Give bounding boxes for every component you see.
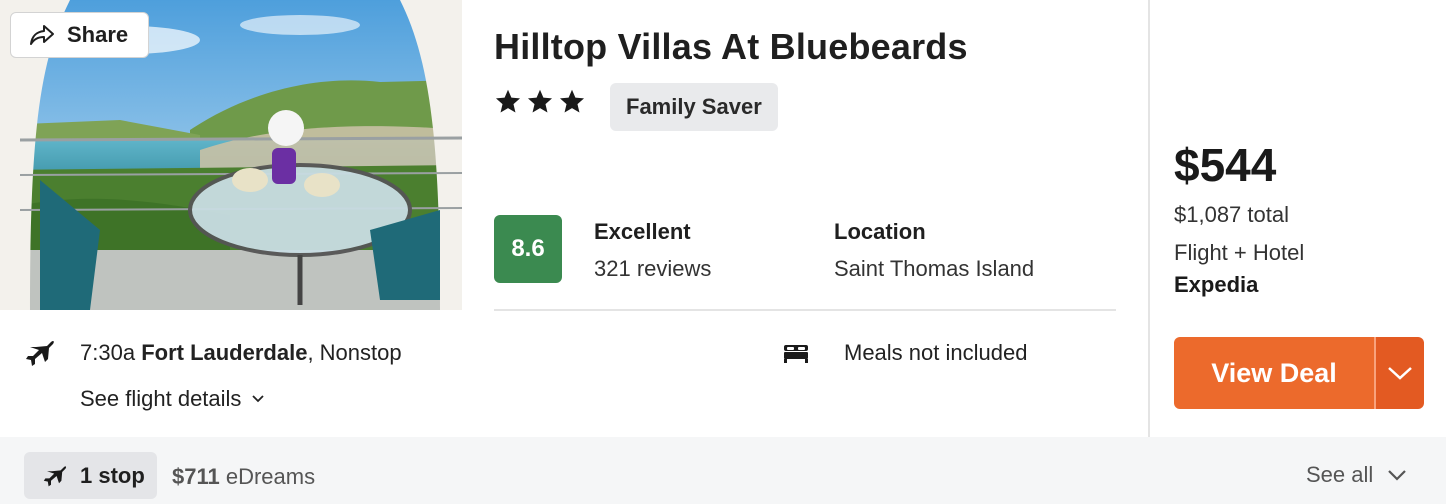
location-value: Saint Thomas Island [834,256,1035,281]
airplane-icon [43,465,67,486]
alternate-price-value: $711 [172,464,220,489]
departure-time: 7:30a [80,340,136,365]
view-deal-button-group: View Deal [1174,337,1424,409]
price-total: $1,087 total [1174,202,1289,227]
chevron-down-icon [1388,470,1407,481]
info-divider [494,309,1116,311]
flight-stops: , Nonstop [307,340,402,365]
flight-summary: 7:30a Fort Lauderdale, Nonstop [80,340,402,366]
hotel-photo[interactable]: Share [0,0,462,310]
review-score-badge: 8.6 [494,215,562,283]
bed-icon [784,345,808,363]
see-all-button[interactable]: See all [1306,462,1407,488]
see-all-label: See all [1306,462,1374,487]
share-button[interactable]: Share [10,12,149,58]
star-icon [527,89,553,113]
one-stop-chip[interactable]: 1 stop [24,452,157,499]
chevron-down-icon [1388,367,1412,380]
view-deal-button[interactable]: View Deal [1174,337,1374,409]
provider-name: Expedia [1174,272,1259,297]
star-rating [494,88,586,116]
location-label: Location [834,219,926,244]
alternate-price[interactable]: $711 eDreams [172,464,315,490]
see-flight-details-link[interactable]: See flight details [80,386,265,412]
share-arrow-icon [29,24,55,46]
origin-city: Fort Lauderdale [141,340,308,365]
more-deals-dropdown-button[interactable] [1376,337,1424,409]
share-label: Share [67,22,129,47]
package-type: Flight + Hotel [1174,240,1305,265]
price-per-person: $544 [1174,139,1277,191]
flight-details-label: See flight details [80,386,242,411]
chevron-down-icon [251,394,265,404]
airplane-icon [26,340,54,366]
star-icon [495,89,521,113]
reviews-count[interactable]: 321 reviews [594,256,711,282]
alternate-provider: eDreams [219,464,316,489]
meals-info: Meals not included [844,340,1028,365]
hotel-name[interactable]: Hilltop Villas At Bluebeards [494,26,968,68]
price-panel-divider [1148,0,1150,437]
star-icon [559,89,585,113]
stop-chip-label: 1 stop [80,462,145,488]
rating-label: Excellent [594,219,691,244]
family-saver-badge: Family Saver [610,83,778,131]
